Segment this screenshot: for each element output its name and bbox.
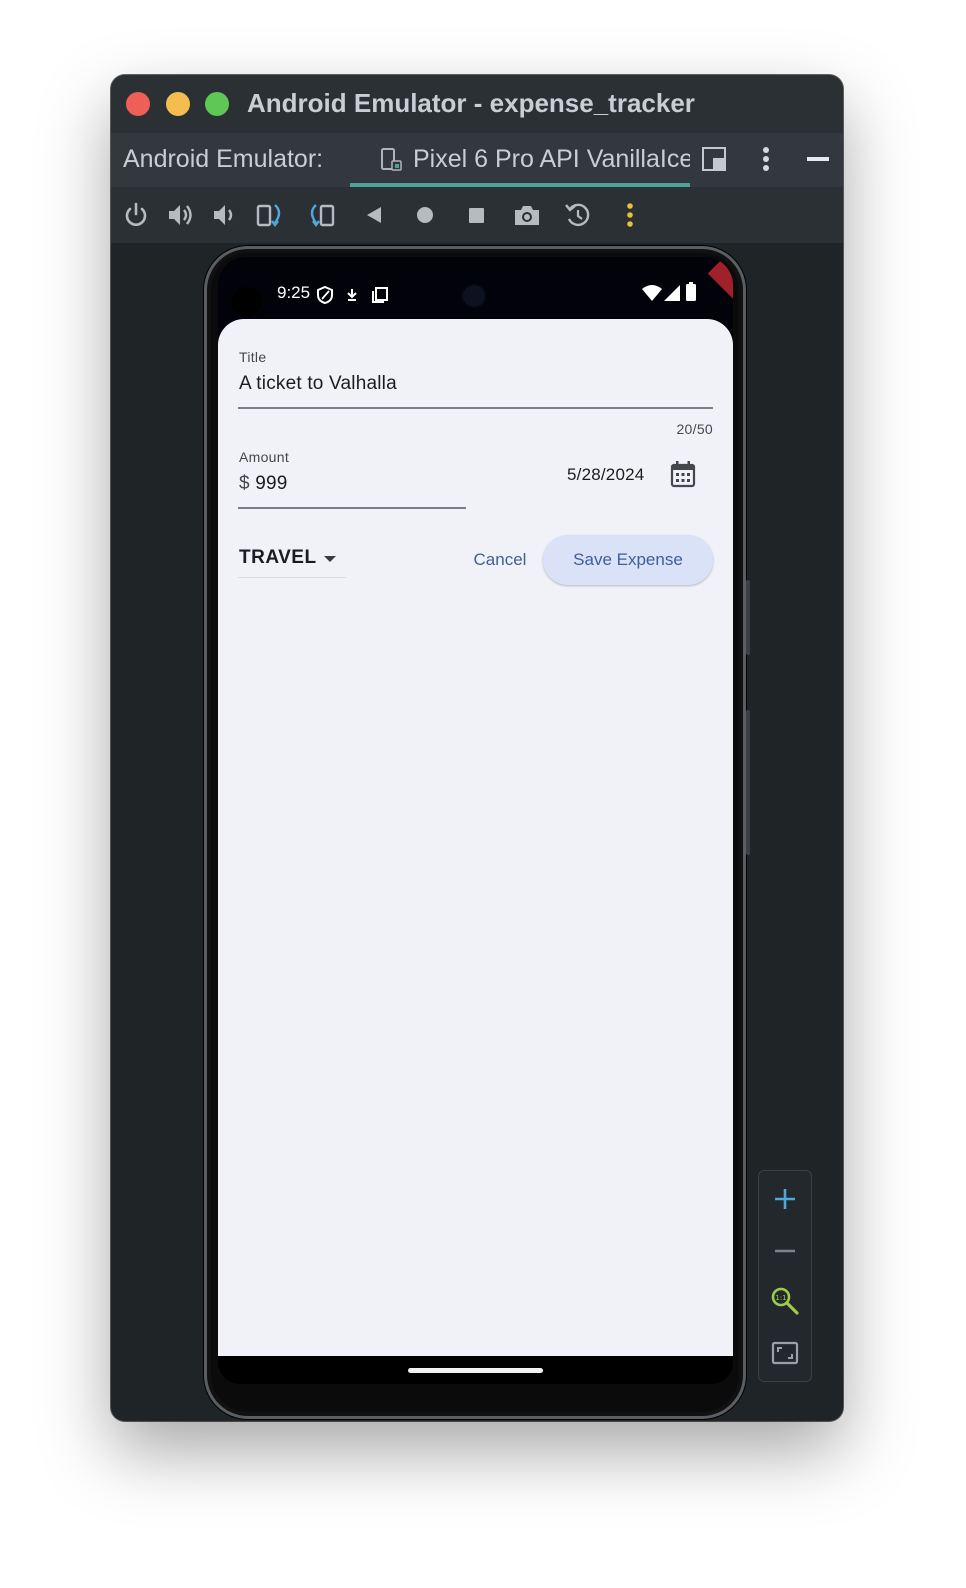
more-icon[interactable]: [615, 200, 645, 230]
category-dropdown[interactable]: TRAVEL: [238, 544, 348, 578]
device-icon: [381, 148, 402, 171]
dock-icon[interactable]: [701, 146, 727, 172]
download-icon: [347, 289, 357, 301]
zoom-panel: 1:1: [758, 1170, 812, 1382]
tab-bar: Android Emulator: Pixel 6 Pro API Vanill…: [111, 133, 843, 187]
title-bar: Android Emulator - expense_tracker: [111, 75, 843, 133]
gesture-nav-bar: [218, 1356, 733, 1384]
amount-underline: [238, 507, 466, 509]
emulator-toolbar: [111, 187, 843, 243]
zoom-actual-size-icon[interactable]: 1:1: [770, 1286, 800, 1316]
camera-icon[interactable]: [512, 200, 542, 230]
status-bar: 9:25: [218, 257, 733, 321]
home-handle[interactable]: [408, 1368, 543, 1373]
cancel-button[interactable]: Cancel: [460, 537, 540, 583]
snapshot-icon[interactable]: [563, 200, 593, 230]
tab-bar-prefix: Android Emulator:: [123, 145, 324, 173]
clipboard-icon: [372, 287, 388, 303]
back-icon[interactable]: [359, 200, 389, 230]
rotate-left-icon[interactable]: [255, 200, 285, 230]
power-side-button: [746, 580, 750, 655]
emulator-window: Android Emulator - expense_tracker Andro…: [111, 75, 843, 1421]
chevron-down-icon: [324, 556, 336, 562]
punch-hole: [232, 287, 262, 317]
amount-field-label: Amount: [239, 449, 290, 465]
amount-input[interactable]: 999: [255, 473, 287, 494]
selected-date: 5/28/2024: [567, 465, 645, 484]
wifi-icon: [642, 285, 662, 301]
battery-icon: [686, 282, 696, 301]
shield-icon: [317, 285, 333, 305]
power-icon[interactable]: [121, 200, 151, 230]
window-title: Android Emulator - expense_tracker: [247, 88, 695, 118]
minimize-panel-icon[interactable]: [805, 147, 831, 171]
zoom-in-icon[interactable]: [770, 1184, 800, 1214]
minimize-window-button[interactable]: [166, 92, 190, 116]
category-underline: [238, 577, 346, 578]
more-options-icon[interactable]: [753, 145, 779, 173]
maximize-window-button[interactable]: [205, 92, 229, 116]
category-value: TRAVEL: [239, 547, 317, 568]
rotate-right-icon[interactable]: [306, 200, 336, 230]
calendar-icon[interactable]: [670, 460, 696, 488]
close-window-button[interactable]: [126, 92, 150, 116]
svg-text:1:1: 1:1: [775, 1294, 786, 1302]
status-time: 9:25: [277, 283, 311, 302]
zoom-out-icon[interactable]: [770, 1236, 800, 1266]
amount-prefix: $: [239, 473, 250, 494]
amount-field[interactable]: $ 999: [239, 473, 288, 495]
title-underline: [238, 407, 713, 409]
signal-icon: [664, 285, 680, 301]
title-field-label: Title: [239, 349, 267, 365]
title-input[interactable]: A ticket to Valhalla: [239, 373, 397, 395]
volume-up-icon[interactable]: [165, 200, 195, 230]
volume-side-button: [746, 710, 750, 855]
tab-device-label: Pixel 6 Pro API VanillaIce: [413, 145, 690, 173]
fit-to-window-icon[interactable]: [770, 1338, 800, 1368]
volume-down-icon[interactable]: [209, 200, 239, 230]
save-expense-button[interactable]: Save Expense: [543, 535, 713, 585]
front-camera: [463, 285, 485, 307]
overview-icon[interactable]: [461, 200, 491, 230]
phone-screen[interactable]: 9:25 Title A ticket to Valhalla 20/50 Am…: [218, 257, 733, 1384]
expense-form-sheet: Title A ticket to Valhalla 20/50 Amount …: [218, 319, 733, 1356]
tab-device[interactable]: Pixel 6 Pro API VanillaIce: [350, 133, 690, 187]
title-char-counter: 20/50: [676, 421, 713, 437]
home-icon[interactable]: [410, 200, 440, 230]
